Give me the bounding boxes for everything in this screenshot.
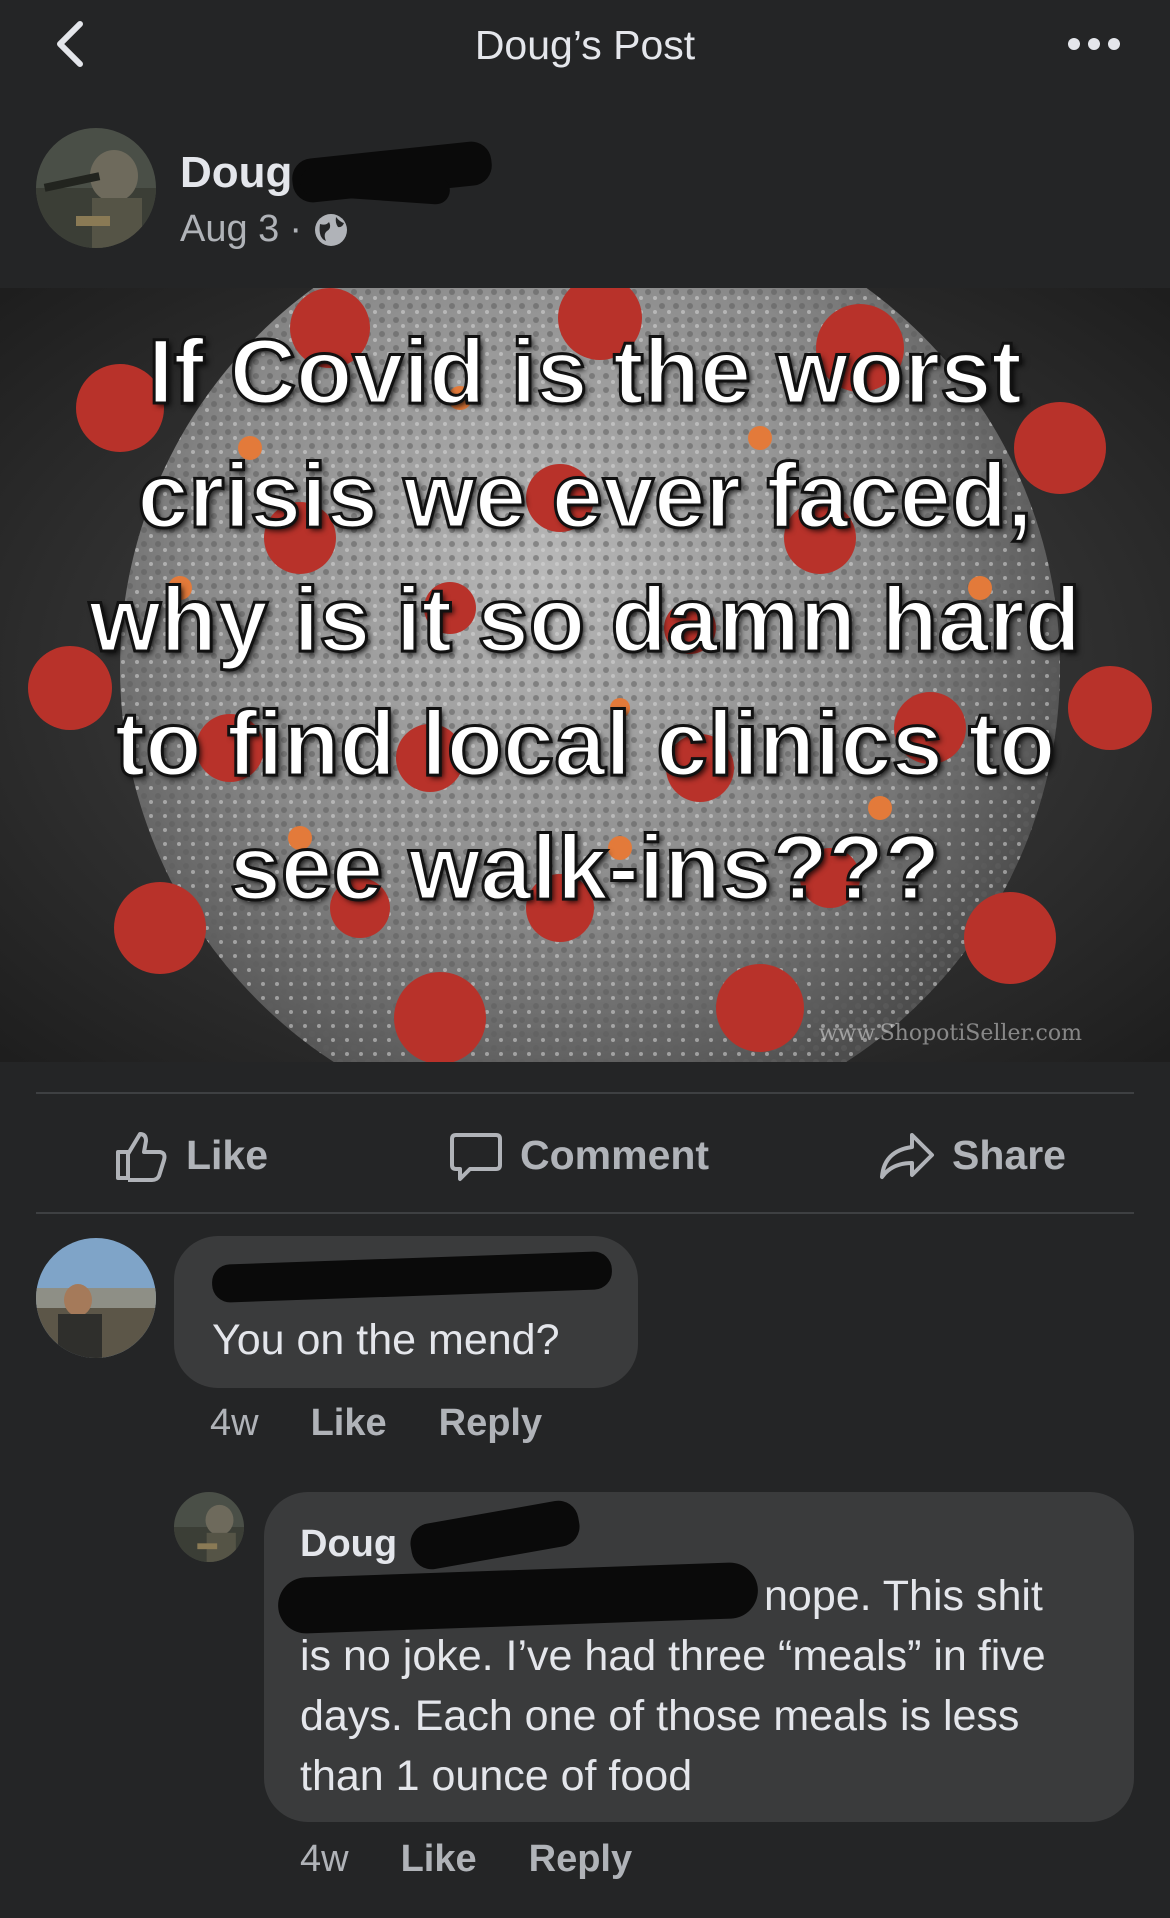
comment-icon [450,1133,502,1181]
reply-time: 4w [300,1838,349,1880]
thumbs-up-icon [116,1132,167,1182]
reply-reply-link[interactable]: Reply [529,1838,632,1881]
comment-time: 4w [210,1402,259,1444]
divider [36,1212,1134,1214]
top-bar: Doug’s Post [0,0,1170,92]
page-title: Doug’s Post [474,22,696,68]
commenter-avatar[interactable] [36,1238,156,1358]
reply-text: is no joke. I’ve had three “meals” in fi… [300,1632,1046,1800]
image-watermark: www.ShopotiSeller.com [818,1021,1082,1046]
meta-separator: · [289,208,302,250]
reply-text-first-line: nope. This shit [764,1572,1043,1620]
post-date[interactable]: Aug 3 [180,208,279,251]
reply-author[interactable]: Doug [300,1514,397,1574]
globe-icon [314,213,347,246]
share-button[interactable]: Share [878,1120,1066,1190]
meme-caption: If Covid is the worst crisis we ever fac… [88,320,1083,921]
more-options-button[interactable] [1064,20,1124,68]
comment-reply-link[interactable]: Reply [439,1402,542,1445]
author-avatar[interactable] [36,128,156,248]
comment-button[interactable]: Comment [448,1120,709,1190]
share-label: Share [952,1131,1066,1178]
reply-meta: 4w Like Reply [300,1838,632,1881]
like-label: Like [186,1131,269,1178]
reply-like-link[interactable]: Like [401,1838,477,1881]
like-button[interactable]: Like [112,1120,268,1190]
comment-like-link[interactable]: Like [311,1402,387,1445]
post-image[interactable]: If Covid is the worst crisis we ever fac… [0,288,1170,1062]
comment-label: Comment [520,1131,710,1178]
reply-author-avatar[interactable] [174,1492,244,1562]
comment-text: You on the mend? [212,1316,560,1364]
author-name[interactable]: Doug [180,148,292,198]
post-meta: Aug 3 · [180,208,350,251]
comment-meta: 4w Like Reply [210,1402,542,1445]
share-arrow-icon [880,1133,934,1179]
more-horizontal-icon [1068,38,1120,50]
divider [36,1092,1134,1094]
